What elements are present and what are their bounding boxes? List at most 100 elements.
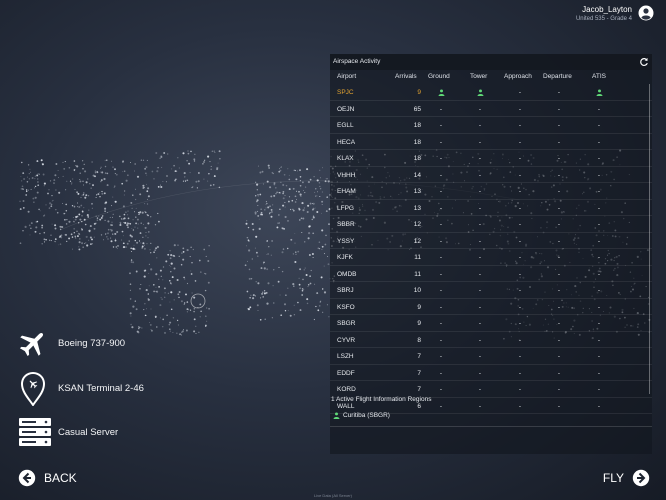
atis-value: - [597,353,601,360]
back-label: BACK [44,471,77,485]
arrivals-count: 13 [413,188,421,195]
location-label: KSAN Terminal 2-46 [58,382,144,394]
departure-value: - [557,369,561,377]
table-row[interactable]: OEJN 65 - - - - - [330,101,652,117]
airport-code: KLAX [337,155,354,162]
table-row[interactable]: CYVR 8 - - - - - [330,332,652,348]
col-arrivals[interactable]: Arrivals [395,73,417,80]
table-row[interactable]: SPJC 9 - - [330,84,652,101]
arrow-left-circle-icon [18,469,36,487]
arrivals-count: 9 [417,320,421,327]
table-row[interactable]: HECA 18 - - - - - [330,134,652,150]
tower-value: - [478,353,482,360]
server-selector[interactable]: Casual Server [18,417,118,447]
tower-value: - [478,155,482,162]
table-row[interactable]: KLAX 18 - - - - - [330,150,652,167]
ground-value: - [439,204,443,212]
table-row[interactable]: OMDB 11 - - - - - [330,266,652,282]
tower-value: - [478,386,482,393]
scrollbar[interactable] [649,84,650,394]
tower-value: - [478,270,482,278]
approach-value: - [518,204,522,212]
departure-value: - [557,386,561,393]
arrivals-count: 8 [417,336,421,344]
map-pin-icon [20,371,46,406]
user-avatar-icon[interactable] [638,5,654,21]
ground-value: - [439,155,443,162]
departure-value: - [557,254,561,261]
atis-value: - [597,369,601,377]
tower-value: - [478,287,482,294]
ground-controller-icon [434,89,448,96]
departure-value: - [557,303,561,311]
arrivals-count: 11 [414,254,421,261]
ground-value: - [439,320,443,327]
departure-value: - [557,188,561,195]
table-row[interactable]: VHHH 14 - - - - - [330,167,652,183]
departure-value: - [557,237,561,245]
footer-status: Live Data (All Server) [313,493,352,498]
atis-value: - [597,237,601,245]
approach-value: - [518,138,522,146]
ground-value: - [439,221,443,228]
atis-value: - [597,171,601,179]
departure-value: - [557,155,561,162]
back-button[interactable]: BACK [18,469,77,487]
approach-value: - [518,254,522,261]
tower-value: - [478,369,482,377]
arrivals-count: 14 [413,171,421,179]
atis-value: - [597,303,601,311]
fly-label: FLY [602,471,624,485]
fir-item-label: Curitiba (SBGR) [343,412,390,419]
table-row[interactable]: EDDF 7 - - - - - [330,365,652,381]
table-row[interactable]: SBGR 9 - - - - - [330,315,652,332]
arrivals-count: 7 [417,353,421,360]
atis-value: - [597,138,601,146]
aircraft-selector[interactable]: Boeing 737-900 [18,328,125,358]
tower-value: - [478,204,482,212]
user-info[interactable]: Jacob_Layton United 535 - Grade 4 [576,4,654,24]
tower-controller-icon [473,89,487,96]
table-row[interactable]: LSZH 7 - - - - - [330,348,652,365]
table-row[interactable]: SBRJ 10 - - - - - [330,282,652,299]
table-row[interactable]: EHAM 13 - - - - - [330,183,652,200]
location-selector[interactable]: KSAN Terminal 2-46 [18,370,144,406]
airport-code: OMDB [337,270,357,278]
arrivals-count: 11 [414,270,421,278]
airport-code: CYVR [337,336,356,344]
atis-value: - [597,336,601,344]
ground-value: - [439,336,443,344]
tower-value: - [478,221,482,228]
departure-value: - [557,89,561,96]
airplane-icon [19,332,44,357]
person-icon [438,89,444,96]
table-row[interactable]: SBBR 12 - - - - - [330,216,652,233]
col-airport[interactable]: Airport [337,73,356,80]
col-atis[interactable]: ATIS [592,73,606,80]
fly-button[interactable]: FLY [603,469,650,487]
approach-value: - [518,287,522,294]
atis-value: - [597,386,601,393]
table-row[interactable]: LFPG 13 - - - - - [330,200,652,216]
fir-item[interactable]: Curitiba (SBGR) [333,412,390,419]
table-row[interactable]: KSFO 9 - - - - - [330,299,652,315]
col-ground[interactable]: Ground [428,73,450,80]
col-tower[interactable]: Tower [470,73,487,80]
atis-value: - [597,188,601,195]
approach-value: - [518,105,522,113]
table-row[interactable]: YSSY 12 - - - - - [330,233,652,249]
person-icon [477,89,483,96]
airport-code: LFPG [337,204,354,212]
arrivals-count: 18 [413,155,421,162]
arrivals-count: 12 [413,237,421,245]
table-row[interactable]: EGLL 18 - - - - - [330,117,652,134]
refresh-icon[interactable] [639,57,649,67]
tower-value: - [478,188,482,195]
user-name: Jacob_Layton [582,5,632,14]
col-approach[interactable]: Approach [504,73,532,80]
approach-value: - [518,89,522,96]
col-departure[interactable]: Departure [543,73,572,80]
departure-value: - [557,353,561,360]
airport-code: HECA [337,138,356,146]
table-row[interactable]: KJFK 11 - - - - - [330,249,652,266]
